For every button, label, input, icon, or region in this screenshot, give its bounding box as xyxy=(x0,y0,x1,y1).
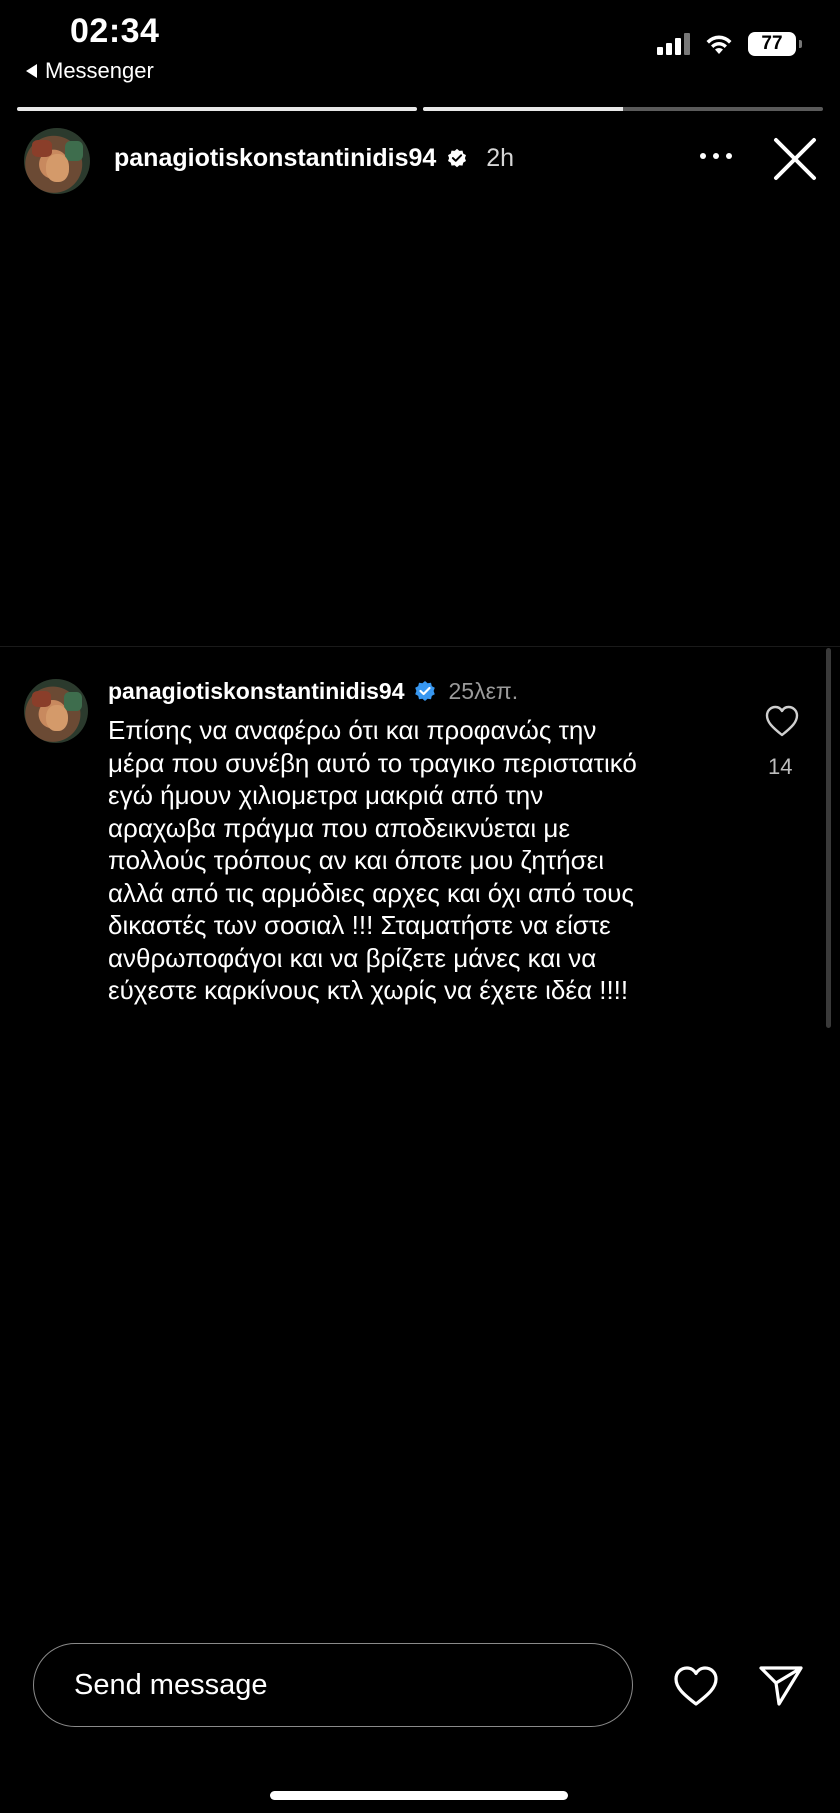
story-viewer: 02:34 Messenger 77 panagiotiskonstantini… xyxy=(0,0,840,1813)
like-count: 14 xyxy=(768,754,793,779)
signal-icon xyxy=(657,33,690,55)
status-time: 02:34 xyxy=(70,12,160,50)
heart-icon[interactable] xyxy=(764,704,800,738)
comment-text: Επίσης να αναφέρω ότι και προφανώς την μ… xyxy=(108,715,637,1005)
heart-icon[interactable] xyxy=(672,1664,720,1708)
story-progress-1 xyxy=(17,107,417,111)
back-app-label: Messenger xyxy=(45,58,154,83)
back-to-app-link[interactable]: Messenger xyxy=(26,58,154,84)
story-header: panagiotiskonstantinidis94 2h xyxy=(114,144,514,173)
comment-username[interactable]: panagiotiskonstantinidis94 xyxy=(108,678,405,705)
comment-header: panagiotiskonstantinidis94 25λεπ. xyxy=(108,678,518,705)
story-username[interactable]: panagiotiskonstantinidis94 xyxy=(114,144,436,173)
more-icon[interactable] xyxy=(700,146,736,166)
comment-scrollbar[interactable] xyxy=(826,648,831,1028)
comment-divider xyxy=(0,646,840,647)
battery-level: 77 xyxy=(761,33,783,54)
verified-badge-icon xyxy=(414,680,435,701)
close-icon[interactable] xyxy=(772,136,818,182)
story-progress-fill-2 xyxy=(423,107,623,111)
story-avatar[interactable] xyxy=(24,128,90,194)
story-progress-2 xyxy=(423,107,823,111)
battery-icon: 77 xyxy=(748,32,802,56)
verified-badge-icon xyxy=(448,148,467,167)
comment-avatar[interactable] xyxy=(24,679,88,743)
send-message-input[interactable] xyxy=(33,1643,633,1727)
comment-time: 25λεπ. xyxy=(448,678,519,704)
send-icon[interactable] xyxy=(757,1664,805,1708)
status-indicators: 77 xyxy=(657,32,802,56)
story-progress-fill-1 xyxy=(17,107,417,111)
wifi-icon xyxy=(706,35,732,54)
home-indicator[interactable] xyxy=(270,1791,568,1800)
story-time: 2h xyxy=(486,144,515,172)
back-arrow-icon xyxy=(26,64,37,78)
